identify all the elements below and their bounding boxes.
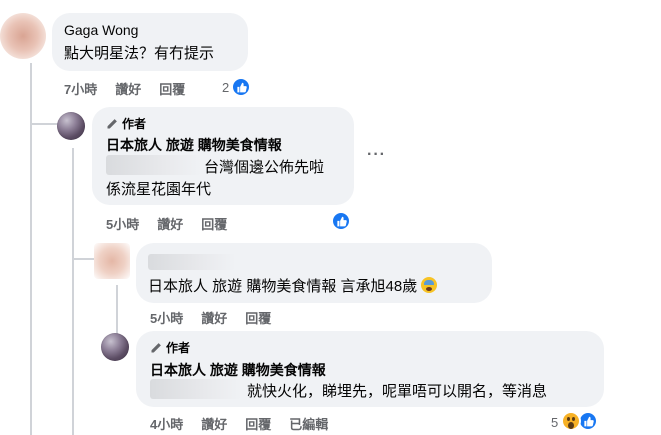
- edited-label: 已編輯: [289, 417, 329, 432]
- timestamp[interactable]: 7小時: [64, 79, 97, 98]
- reply-button[interactable]: 回覆: [159, 79, 185, 98]
- avatar[interactable]: [94, 243, 130, 279]
- avatar[interactable]: [101, 333, 129, 361]
- reply-button[interactable]: 回覆: [245, 414, 271, 433]
- like-button[interactable]: 讚好: [201, 414, 227, 433]
- reaction-count[interactable]: 5: [551, 415, 558, 430]
- wow-icon[interactable]: [561, 411, 581, 431]
- fearful-face-icon: [421, 277, 438, 293]
- like-icon[interactable]: [578, 411, 598, 431]
- more-options-icon[interactable]: ···: [367, 146, 386, 164]
- thread-connector-2: [72, 258, 94, 260]
- timestamp[interactable]: 5小時: [106, 214, 139, 233]
- commenter-name[interactable]: 日本旅人 旅遊 購物美食情報: [106, 135, 282, 155]
- comment-actions: 5小時 讚好 回覆: [106, 214, 227, 233]
- thread-line-secondary: [72, 148, 74, 435]
- pencil-icon: [151, 342, 161, 352]
- like-icon[interactable]: [331, 211, 351, 231]
- timestamp[interactable]: 5小時: [150, 308, 183, 327]
- reply-button[interactable]: 回覆: [245, 308, 271, 327]
- reaction-count[interactable]: 2: [222, 80, 229, 95]
- avatar[interactable]: [0, 13, 46, 59]
- pencil-icon: [107, 118, 117, 128]
- thread-line-main: [30, 63, 32, 435]
- reply-button[interactable]: 回覆: [201, 214, 227, 233]
- thread-connector-1: [30, 123, 58, 125]
- comment-actions: 4小時 讚好 回覆 已編輯: [150, 414, 328, 433]
- like-button[interactable]: 讚好: [201, 308, 227, 327]
- like-button[interactable]: 讚好: [115, 79, 141, 98]
- like-icon[interactable]: [231, 77, 251, 97]
- avatar[interactable]: [57, 112, 85, 140]
- comment-text: 就快火化，睇埋先，呢單唔可以開名，等消息: [247, 383, 548, 400]
- commenter-name[interactable]: 日本旅人 旅遊 購物美食情報: [150, 360, 326, 380]
- author-badge: 作者: [150, 339, 190, 356]
- comment-text: 台灣個邊公佈先啦: [204, 159, 325, 176]
- redacted-mention: [150, 379, 242, 399]
- comment-text: 日本旅人 旅遊 購物美食情報 言承旭48歲: [148, 275, 438, 296]
- commenter-name[interactable]: Gaga Wong: [64, 22, 138, 38]
- comment-text: 點大明星法？有冇提示: [64, 45, 215, 62]
- comment-text: 係流星花園年代: [106, 181, 212, 198]
- redacted-mention: [106, 155, 202, 175]
- comment-actions: 7小時 讚好 回覆: [64, 79, 185, 98]
- comment-actions: 5小時 讚好 回覆: [150, 308, 271, 327]
- like-button[interactable]: 讚好: [157, 214, 183, 233]
- author-badge: 作者: [106, 115, 146, 132]
- redacted-name: [148, 254, 236, 270]
- timestamp[interactable]: 4小時: [150, 414, 183, 433]
